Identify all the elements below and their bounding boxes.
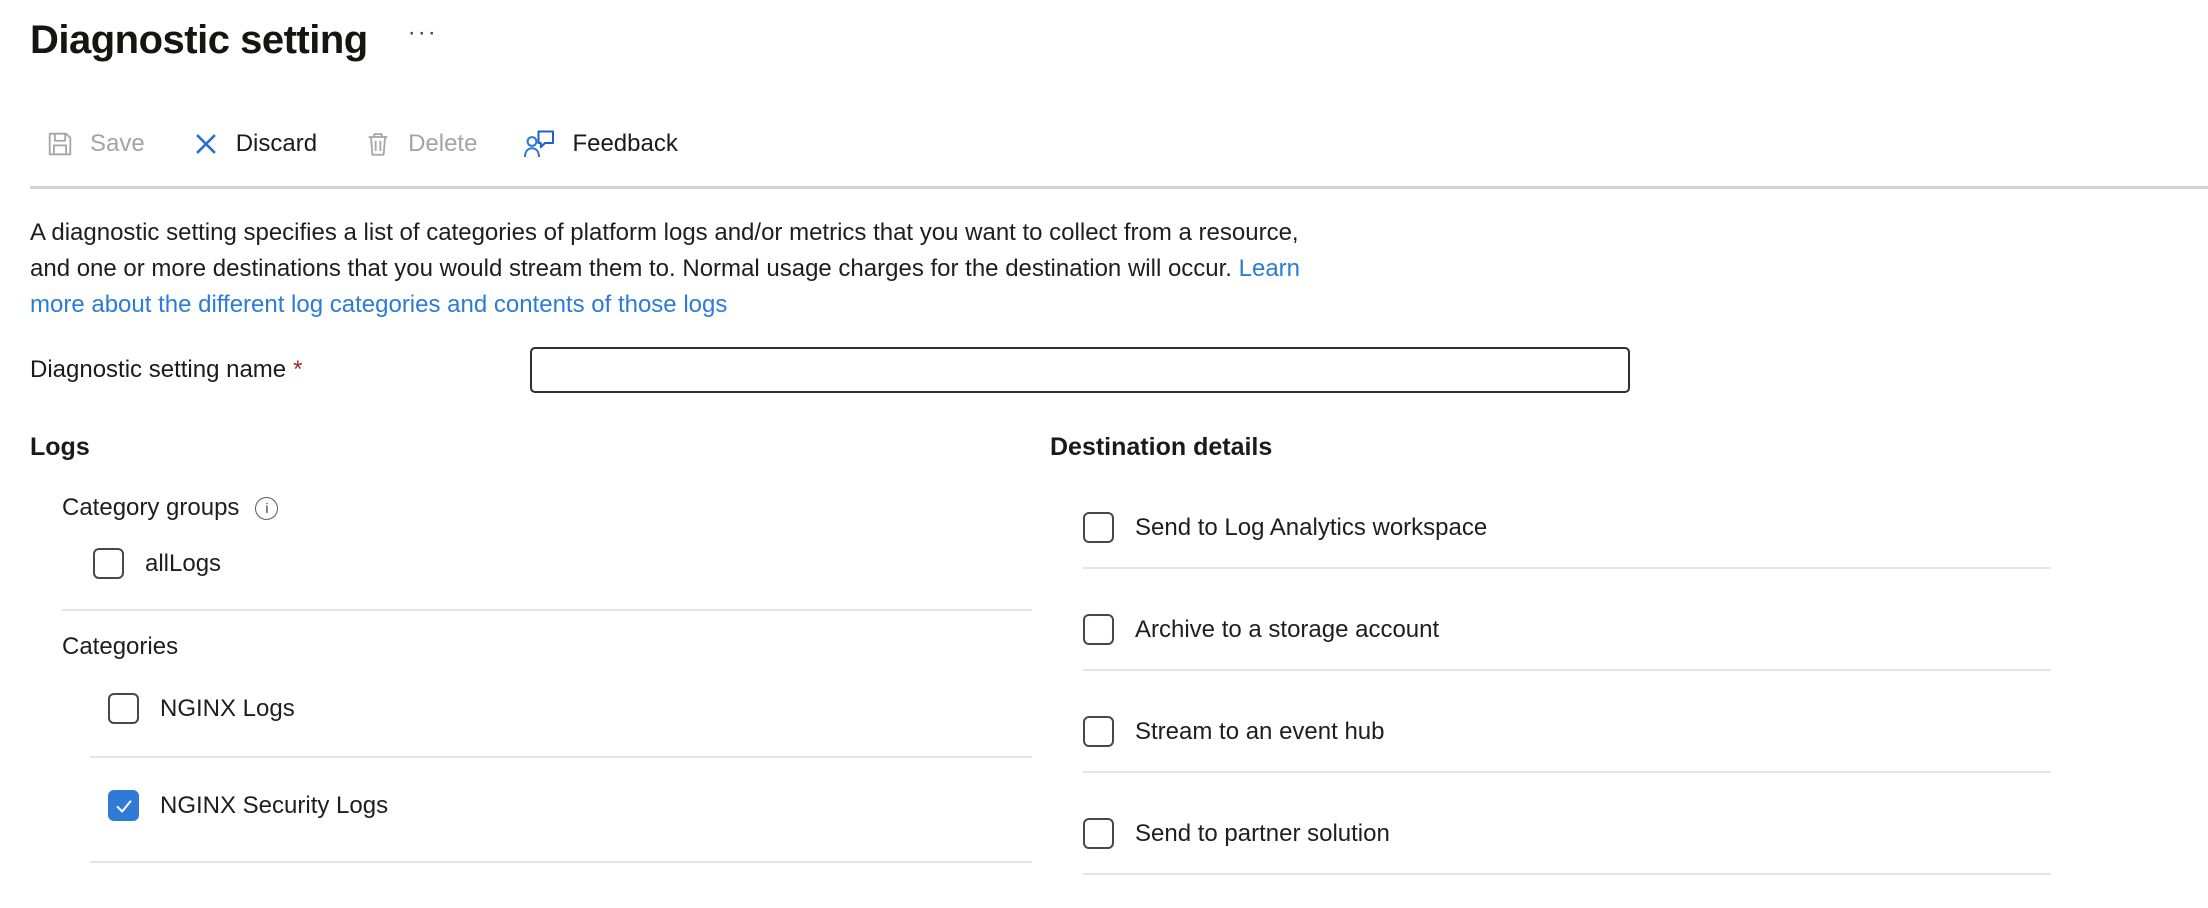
category-groups-label: Category groups xyxy=(62,494,239,522)
save-label: Save xyxy=(90,130,145,158)
category-row-nginx-security-logs: NGINX Security Logs xyxy=(30,790,1032,821)
name-field-label-wrap: Diagnostic setting name * xyxy=(30,356,530,384)
check-icon xyxy=(113,795,135,817)
page-header: Diagnostic setting ··· xyxy=(0,0,2208,64)
content-columns: Logs Category groups i allLogs Categorie… xyxy=(30,433,2208,875)
checkbox-label-nginx-security-logs[interactable]: NGINX Security Logs xyxy=(160,792,388,820)
checkbox-label-event-hub[interactable]: Stream to an event hub xyxy=(1135,718,1385,746)
discard-button[interactable]: Discard xyxy=(191,129,317,159)
feedback-button[interactable]: Feedback xyxy=(523,128,677,160)
diagnostic-setting-page: Diagnostic setting ··· Save Discard xyxy=(0,0,2208,908)
checkbox-label-log-analytics[interactable]: Send to Log Analytics workspace xyxy=(1135,514,1487,542)
save-button[interactable]: Save xyxy=(45,129,145,159)
page-title: Diagnostic setting xyxy=(30,16,368,64)
destination-row-partner-solution: Send to partner solution xyxy=(1050,818,2065,849)
divider xyxy=(90,756,1032,758)
trash-icon xyxy=(363,129,393,159)
floppy-disk-icon xyxy=(45,129,75,159)
categories-label: Categories xyxy=(30,633,1032,661)
divider xyxy=(1083,669,2051,671)
checkbox-send-to-partner-solution[interactable] xyxy=(1083,818,1114,849)
checkbox-label-storage-account[interactable]: Archive to a storage account xyxy=(1135,616,1439,644)
feedback-label: Feedback xyxy=(572,130,677,158)
divider xyxy=(90,861,1032,863)
destination-details-heading: Destination details xyxy=(1050,433,2065,462)
learn-more-link-continued[interactable]: more about the different log categories … xyxy=(30,291,727,318)
checkbox-alllogs[interactable] xyxy=(93,548,124,579)
name-field-row: Diagnostic setting name * xyxy=(30,347,2208,393)
description-line-3: more about the different log categories … xyxy=(30,287,2208,323)
destination-row-log-analytics: Send to Log Analytics workspace xyxy=(1050,512,2065,543)
delete-label: Delete xyxy=(408,130,477,158)
checkbox-label-partner-solution[interactable]: Send to partner solution xyxy=(1135,820,1390,848)
divider xyxy=(1083,873,2051,875)
diagnostic-setting-name-input[interactable] xyxy=(530,347,1630,393)
checkbox-nginx-security-logs[interactable] xyxy=(108,790,139,821)
checkbox-nginx-logs[interactable] xyxy=(108,693,139,724)
description: A diagnostic setting specifies a list of… xyxy=(30,215,2208,323)
destination-row-storage-account: Archive to a storage account xyxy=(1050,614,2065,645)
description-line-1: A diagnostic setting specifies a list of… xyxy=(30,215,2208,251)
person-chat-icon xyxy=(523,128,557,160)
learn-more-link[interactable]: Learn xyxy=(1239,255,1300,282)
name-field-label: Diagnostic setting name xyxy=(30,356,286,383)
delete-button[interactable]: Delete xyxy=(363,129,477,159)
category-row-nginx-logs: NGINX Logs xyxy=(30,693,1032,724)
discard-label: Discard xyxy=(236,130,317,158)
category-groups-line: Category groups i xyxy=(30,494,1032,522)
destination-row-event-hub: Stream to an event hub xyxy=(1050,716,2065,747)
ellipsis-icon: ··· xyxy=(408,19,438,46)
description-line-2: and one or more destinations that you wo… xyxy=(30,251,2208,287)
logs-heading: Logs xyxy=(30,433,1032,462)
checkbox-archive-to-storage[interactable] xyxy=(1083,614,1114,645)
more-actions-button[interactable]: ··· xyxy=(402,18,444,48)
destination-details-section: Destination details Send to Log Analytic… xyxy=(1050,433,2065,875)
checkbox-send-to-log-analytics[interactable] xyxy=(1083,512,1114,543)
logs-section: Logs Category groups i allLogs Categorie… xyxy=(30,433,1032,875)
checkbox-label-nginx-logs[interactable]: NGINX Logs xyxy=(160,695,295,723)
category-group-row-alllogs: allLogs xyxy=(30,548,1032,579)
toolbar-divider xyxy=(30,186,2208,189)
x-icon xyxy=(191,129,221,159)
command-bar: Save Discard Delete xyxy=(45,128,2208,160)
checkbox-stream-to-event-hub[interactable] xyxy=(1083,716,1114,747)
checkbox-label-alllogs[interactable]: allLogs xyxy=(145,550,221,578)
divider xyxy=(1083,771,2051,773)
divider xyxy=(62,609,1032,611)
divider xyxy=(1083,567,2051,569)
info-icon[interactable]: i xyxy=(255,497,278,520)
required-asterisk: * xyxy=(293,356,302,383)
